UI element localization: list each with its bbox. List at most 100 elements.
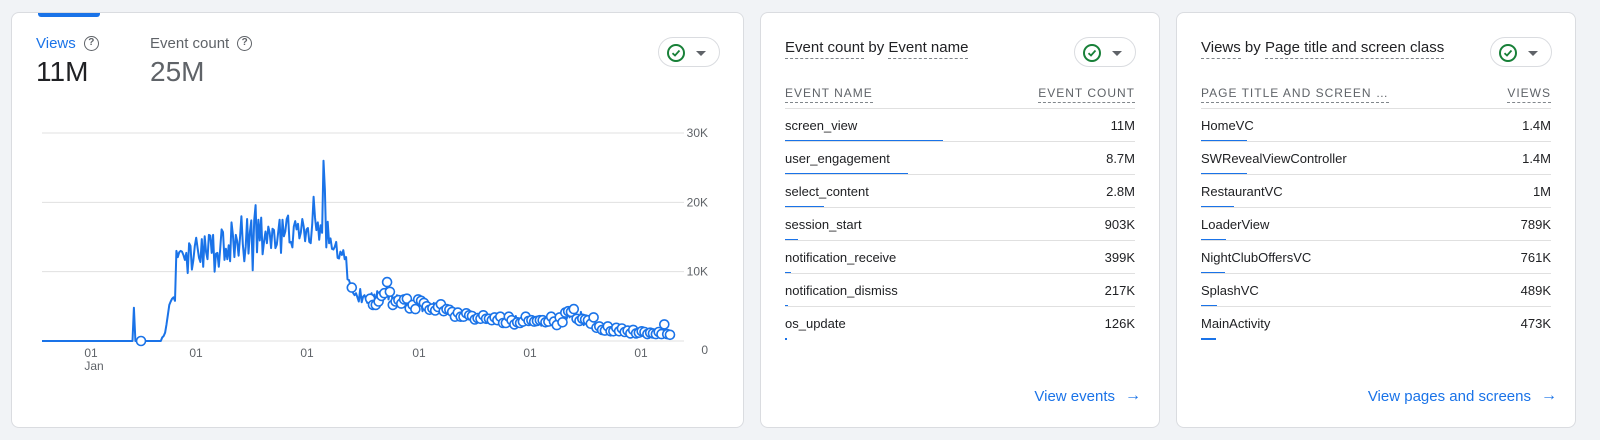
table-row[interactable]: notification_receive 399K xyxy=(785,240,1135,274)
y-tick-label: 0 xyxy=(701,343,708,357)
anomaly-marker[interactable] xyxy=(381,276,393,288)
table-row[interactable]: SWRevealViewController 1.4M xyxy=(1201,141,1551,175)
metric-label: Views xyxy=(36,35,76,52)
table-row[interactable]: SplashVC 489K xyxy=(1201,273,1551,307)
check-circle-icon xyxy=(667,44,685,62)
anomaly-marker[interactable] xyxy=(384,286,396,298)
anomaly-marker[interactable] xyxy=(658,319,670,330)
page-rows: HomeVC 1.4M SWRevealViewController 1.4M Rest… xyxy=(1201,108,1551,340)
help-icon[interactable]: ? xyxy=(237,36,253,51)
row-value: 11M xyxy=(1110,118,1135,133)
title-metric[interactable]: Views xyxy=(1201,39,1241,59)
anomaly-marker[interactable] xyxy=(568,303,580,315)
y-tick-label: 10K xyxy=(687,265,708,279)
overview-card: Views? 11M Event count? 25M 0 10K 20K 30K 01… xyxy=(11,12,744,428)
table-row[interactable]: RestaurantVC 1M xyxy=(1201,174,1551,208)
title-metric[interactable]: Event count xyxy=(785,39,865,59)
title-dimension[interactable]: Event name xyxy=(888,39,969,59)
row-label: MainActivity xyxy=(1201,316,1271,331)
event-count-card: Event count by Event name EVENT NAME EVE… xyxy=(760,12,1160,428)
selected-tab-indicator xyxy=(38,13,100,17)
chevron-down-icon xyxy=(1528,51,1538,56)
table-row[interactable]: LoaderView 789K xyxy=(1201,207,1551,241)
row-value: 217K xyxy=(1104,283,1135,298)
title-by: by xyxy=(1244,39,1261,56)
table-row[interactable]: os_update 126K xyxy=(785,306,1135,340)
anomaly-marker[interactable] xyxy=(410,303,421,315)
column-header-views[interactable]: VIEWS xyxy=(1507,86,1551,103)
y-tick-label: 20K xyxy=(687,195,708,209)
table-row[interactable]: user_engagement 8.7M xyxy=(785,141,1135,175)
row-label: LoaderView xyxy=(1201,217,1270,232)
view-pages-link[interactable]: View pages and screens → xyxy=(1368,387,1557,405)
column-header-page-title[interactable]: PAGE TITLE AND SCREEN … xyxy=(1201,86,1389,103)
card-title: Event count by Event name xyxy=(785,39,969,59)
title-by: by xyxy=(868,39,885,56)
table-row[interactable]: select_content 2.8M xyxy=(785,174,1135,208)
column-header-event-name[interactable]: EVENT NAME xyxy=(785,86,873,103)
views-line-chart: 010K20K30K01 01 01 01 01 01Jan xyxy=(42,126,708,373)
table-row[interactable]: screen_view 11M xyxy=(785,108,1135,142)
arrow-right-icon: → xyxy=(1125,387,1141,404)
anomaly-marker[interactable] xyxy=(135,335,147,347)
x-tick-label: 01 xyxy=(84,346,98,360)
title-dimension[interactable]: Page title and screen class xyxy=(1264,39,1445,59)
x-tick-label: 01 xyxy=(634,346,648,360)
row-value: 8.7M xyxy=(1106,151,1135,166)
chevron-down-icon xyxy=(696,51,706,56)
row-value: 1M xyxy=(1532,184,1551,199)
row-label: user_engagement xyxy=(785,151,890,166)
event-rows: screen_view 11M user_engagement 8.7M select_… xyxy=(785,108,1135,340)
card-title: Views by Page title and screen class xyxy=(1201,39,1445,59)
row-label: RestaurantVC xyxy=(1201,184,1283,199)
anomaly-marker[interactable] xyxy=(588,312,599,323)
y-tick-label: 30K xyxy=(687,126,708,140)
row-value: 126K xyxy=(1104,316,1135,331)
table-row[interactable]: MainActivity 473K xyxy=(1201,306,1551,340)
row-label: notification_dismiss xyxy=(785,283,898,298)
check-circle-icon xyxy=(1083,44,1101,62)
anomaly-marker[interactable] xyxy=(664,329,676,341)
row-label: session_start xyxy=(785,217,862,232)
table-row[interactable]: session_start 903K xyxy=(785,207,1135,241)
x-tick-label: 01 xyxy=(300,346,314,360)
row-label: os_update xyxy=(785,316,846,331)
row-label: screen_view xyxy=(785,118,858,133)
help-icon[interactable]: ? xyxy=(83,36,99,51)
metric-tab-views[interactable]: Views? 11M xyxy=(36,35,99,88)
column-header-event-count[interactable]: EVENT COUNT xyxy=(1038,86,1135,103)
metric-value: 11M xyxy=(36,56,89,87)
row-value: 1.4M xyxy=(1522,151,1551,166)
arrow-right-icon: → xyxy=(1541,387,1557,404)
row-label: SplashVC xyxy=(1201,283,1259,298)
table-row[interactable]: HomeVC 1.4M xyxy=(1201,108,1551,142)
anomaly-marker[interactable] xyxy=(346,282,358,293)
row-label: NightClubOffersVC xyxy=(1201,250,1312,265)
data-quality-dropdown[interactable] xyxy=(1490,37,1552,67)
metric-tab-event-count[interactable]: Event count? 25M xyxy=(150,35,253,88)
row-value: 473K xyxy=(1520,316,1551,331)
table-row[interactable]: notification_dismiss 217K xyxy=(785,273,1135,307)
link-label: View events xyxy=(1034,387,1115,405)
link-label: View pages and screens xyxy=(1367,387,1531,405)
row-value: 489K xyxy=(1520,283,1551,298)
row-value: 1.4M xyxy=(1522,118,1551,133)
x-tick-label: 01 xyxy=(412,346,426,360)
row-label: notification_receive xyxy=(785,250,897,265)
row-label: HomeVC xyxy=(1201,118,1254,133)
x-sub-label: Jan xyxy=(84,359,103,373)
row-value: 903K xyxy=(1104,217,1135,232)
metric-value: 25M xyxy=(150,56,205,87)
row-value: 2.8M xyxy=(1106,184,1135,199)
row-value: 399K xyxy=(1104,250,1135,265)
row-share-bar xyxy=(785,338,787,340)
anomaly-marker[interactable] xyxy=(557,317,568,328)
metric-label: Event count xyxy=(150,35,230,52)
row-value: 789K xyxy=(1520,217,1551,232)
row-label: SWRevealViewController xyxy=(1201,151,1347,166)
row-label: select_content xyxy=(785,184,869,199)
data-quality-dropdown[interactable] xyxy=(1074,37,1136,67)
table-row[interactable]: NightClubOffersVC 761K xyxy=(1201,240,1551,274)
view-events-link[interactable]: View events → xyxy=(1034,387,1141,405)
data-quality-dropdown[interactable] xyxy=(658,37,720,67)
